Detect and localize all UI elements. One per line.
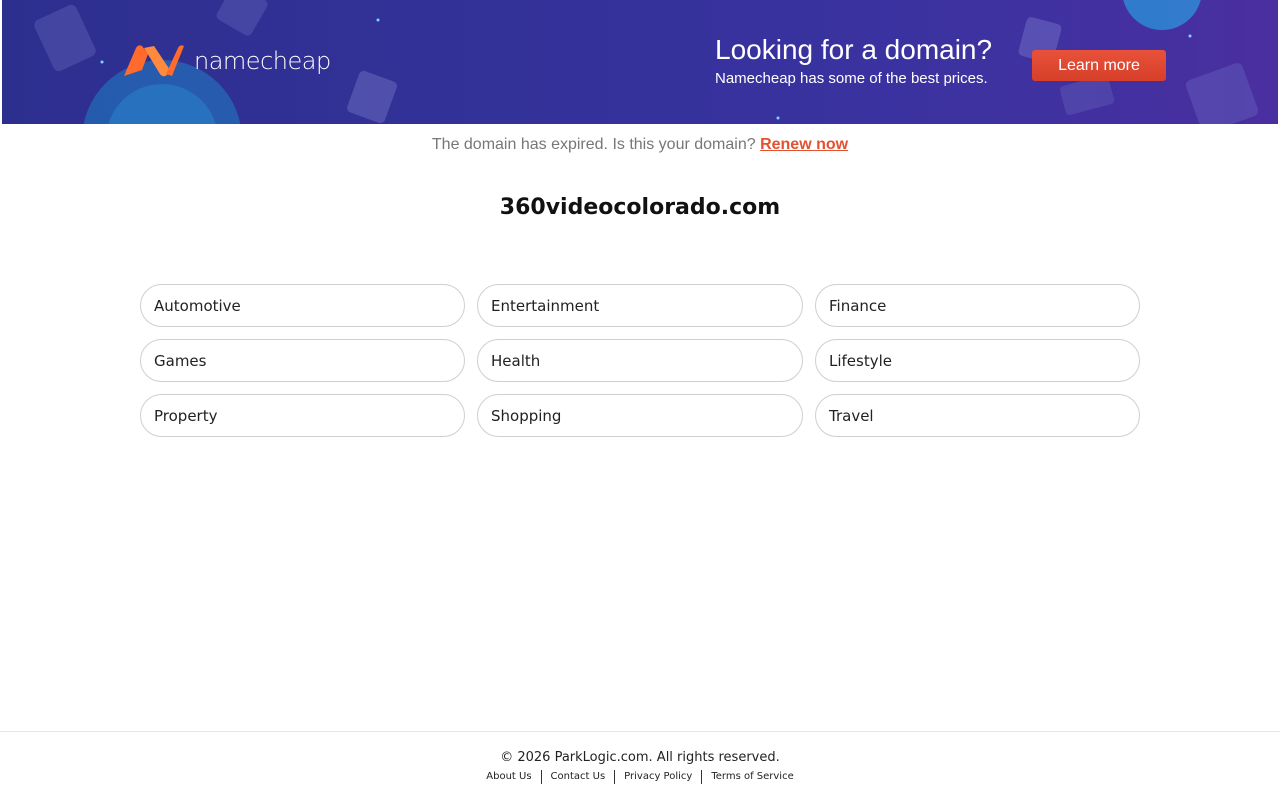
category-automotive[interactable]: Automotive: [140, 284, 465, 327]
namecheap-logo[interactable]: namecheap: [122, 42, 331, 80]
renew-now-link[interactable]: Renew now: [760, 136, 848, 153]
promo-title: Looking for a domain?: [715, 34, 993, 65]
promo-banner: namecheap Looking for a domain? Namechea…: [2, 0, 1278, 124]
category-entertainment[interactable]: Entertainment: [477, 284, 803, 327]
footer-link-contact[interactable]: Contact Us: [542, 770, 615, 784]
expired-notice: The domain has expired. Is this your dom…: [0, 136, 1280, 154]
category-travel[interactable]: Travel: [815, 394, 1140, 437]
category-shopping[interactable]: Shopping: [477, 394, 803, 437]
footer-link-about[interactable]: About Us: [477, 770, 540, 784]
copyright-text: © 2026 ParkLogic.com. All rights reserve…: [500, 750, 780, 765]
domain-name-heading: 360videocolorado.com: [499, 195, 781, 220]
footer-link-privacy[interactable]: Privacy Policy: [615, 770, 701, 784]
footer-links: About Us Contact Us Privacy Policy Terms…: [0, 770, 1280, 784]
category-health[interactable]: Health: [477, 339, 803, 382]
promo-text: Looking for a domain? Namecheap has some…: [715, 34, 992, 87]
category-lifestyle[interactable]: Lifestyle: [815, 339, 1140, 382]
learn-more-button[interactable]: Learn more: [1032, 50, 1166, 81]
logo-wordmark: namecheap: [194, 47, 331, 75]
category-property[interactable]: Property: [140, 394, 465, 437]
category-grid: Automotive Entertainment Finance Games H…: [140, 284, 1140, 437]
expired-notice-text: The domain has expired. Is this your dom…: [431, 136, 756, 153]
page-footer: © 2026 ParkLogic.com. All rights reserve…: [0, 731, 1280, 800]
category-finance[interactable]: Finance: [815, 284, 1140, 327]
promo-subtitle: Namecheap has some of the best prices.: [715, 70, 988, 87]
footer-link-terms[interactable]: Terms of Service: [702, 770, 802, 784]
namecheap-logo-icon: [124, 45, 184, 77]
category-games[interactable]: Games: [140, 339, 465, 382]
